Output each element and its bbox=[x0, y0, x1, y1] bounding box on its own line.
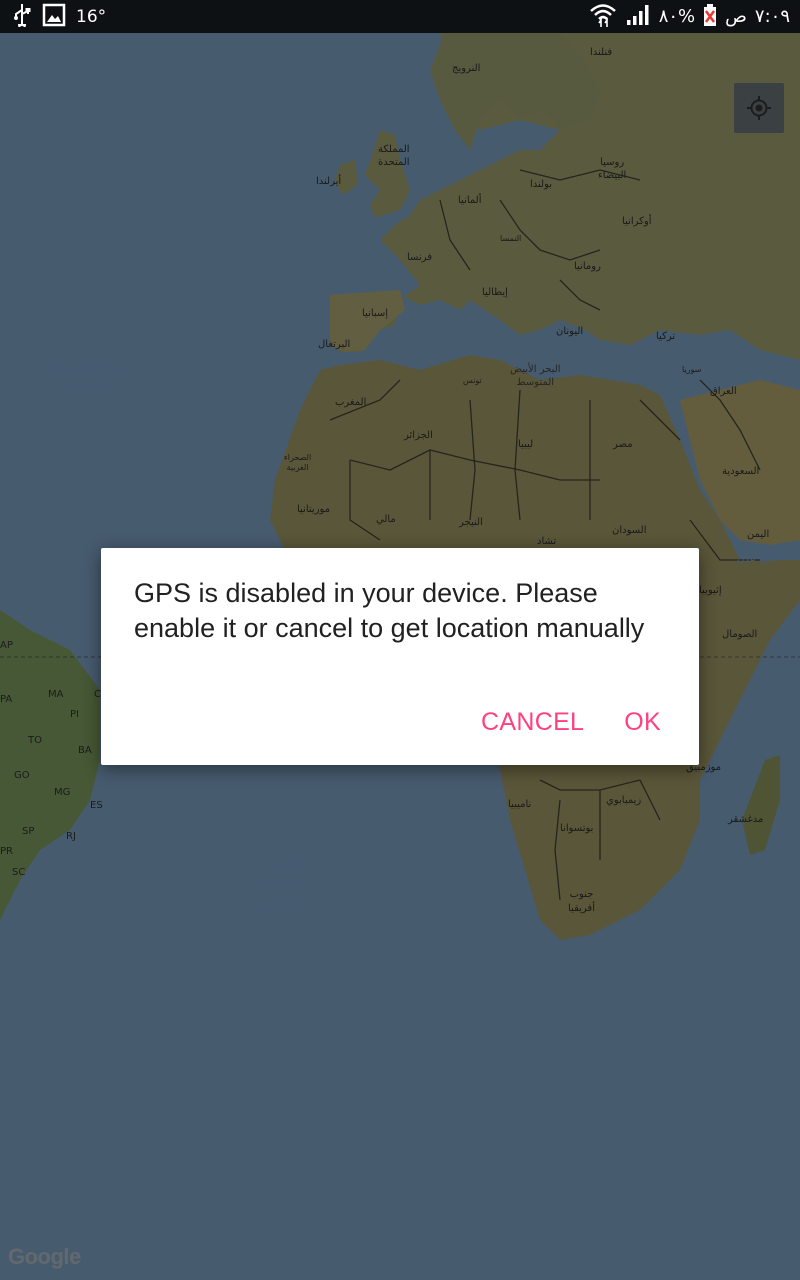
signal-icon bbox=[625, 4, 651, 30]
battery-percent-text: ٨٠% bbox=[658, 6, 696, 27]
battery-icon bbox=[703, 3, 717, 31]
usb-icon bbox=[12, 3, 32, 31]
image-icon bbox=[42, 3, 66, 31]
ok-button[interactable]: OK bbox=[624, 708, 661, 737]
temperature-text: 16° bbox=[76, 6, 107, 27]
gps-disabled-dialog: GPS is disabled in your device. Please e… bbox=[101, 548, 699, 765]
ampm-text: ص bbox=[725, 6, 747, 27]
clock-text: ٧:٠٩ bbox=[754, 6, 790, 27]
cancel-button[interactable]: CANCEL bbox=[481, 708, 584, 737]
status-bar: 16° ٨٠% ص ٧:٠٩ bbox=[0, 0, 800, 33]
dialog-actions: CANCEL OK bbox=[481, 708, 661, 737]
wifi-icon bbox=[589, 2, 617, 32]
dialog-message: GPS is disabled in your device. Please e… bbox=[134, 578, 645, 643]
